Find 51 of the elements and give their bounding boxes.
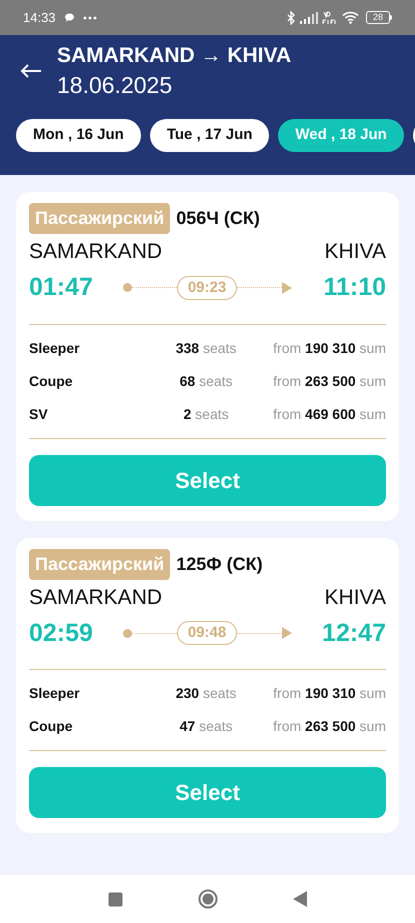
seats-count: 2 seats (182, 404, 230, 424)
arrowhead-icon (282, 627, 292, 640)
chat-icon (64, 12, 75, 22)
route-date: 18.06.2025 (57, 71, 174, 100)
select-button[interactable]: Select (29, 767, 386, 818)
train-number: 125Ф (СК) (176, 552, 263, 576)
price: from 190 310 sum (273, 684, 386, 703)
departure-time: 01:47 (29, 272, 94, 303)
date-tab[interactable]: Wed , 18 Jun (278, 119, 404, 152)
price: from 190 310 sum (273, 338, 386, 358)
status-time: 14:33 (23, 8, 56, 27)
home-icon[interactable] (198, 889, 218, 909)
arrival-time: 11:10 (322, 272, 386, 303)
train-type-badge: Пассажирский (29, 203, 170, 234)
battery-icon: 28 (366, 11, 392, 24)
arrival-time: 12:47 (321, 618, 386, 648)
bluetooth-icon (287, 10, 295, 24)
duration-badge: 09:23 (176, 276, 238, 300)
class-name: Coupe (29, 717, 74, 736)
train-number: 056Ч (СК) (176, 207, 260, 230)
dotted-line (132, 287, 177, 288)
wifi-icon (342, 11, 359, 24)
route-title: SAMARKAND → KHIVA (57, 43, 292, 69)
arrowhead-icon (282, 282, 292, 294)
departure-city: SAMARKAND (29, 584, 162, 610)
seats-count: 338 seats (174, 338, 238, 358)
date-tab[interactable]: Tue , 17 Jun (150, 119, 270, 152)
select-button[interactable]: Select (29, 454, 386, 506)
class-name: Sleeper (29, 684, 81, 703)
back-icon[interactable] (293, 891, 307, 907)
price: from 469 600 sum (273, 404, 386, 424)
departure-city: SAMARKAND (29, 239, 162, 265)
class-name: Sleeper (29, 338, 81, 358)
date-tab[interactable]: Mon , 16 Jun (16, 119, 141, 152)
signal-icon (300, 12, 318, 24)
arrival-city: KHIVA (324, 584, 386, 610)
seats-count: 230 seats (174, 684, 238, 703)
dotted-line (132, 632, 177, 634)
more-icon (82, 16, 97, 20)
seats-count: 68 seats (178, 372, 234, 390)
seats-count: 47 seats (178, 717, 234, 736)
class-name: Coupe (29, 372, 74, 391)
recents-icon[interactable] (108, 892, 123, 906)
departure-time: 02:59 (29, 618, 94, 648)
duration-badge: 09:48 (176, 621, 238, 646)
price: from 263 500 sum (273, 372, 386, 390)
train-type-badge: Пассажирский (29, 548, 170, 580)
back-arrow-icon[interactable] (20, 64, 42, 78)
arrival-city: KHIVA (324, 239, 386, 265)
class-name: SV (29, 404, 49, 424)
price: from 263 500 sum (273, 717, 386, 736)
